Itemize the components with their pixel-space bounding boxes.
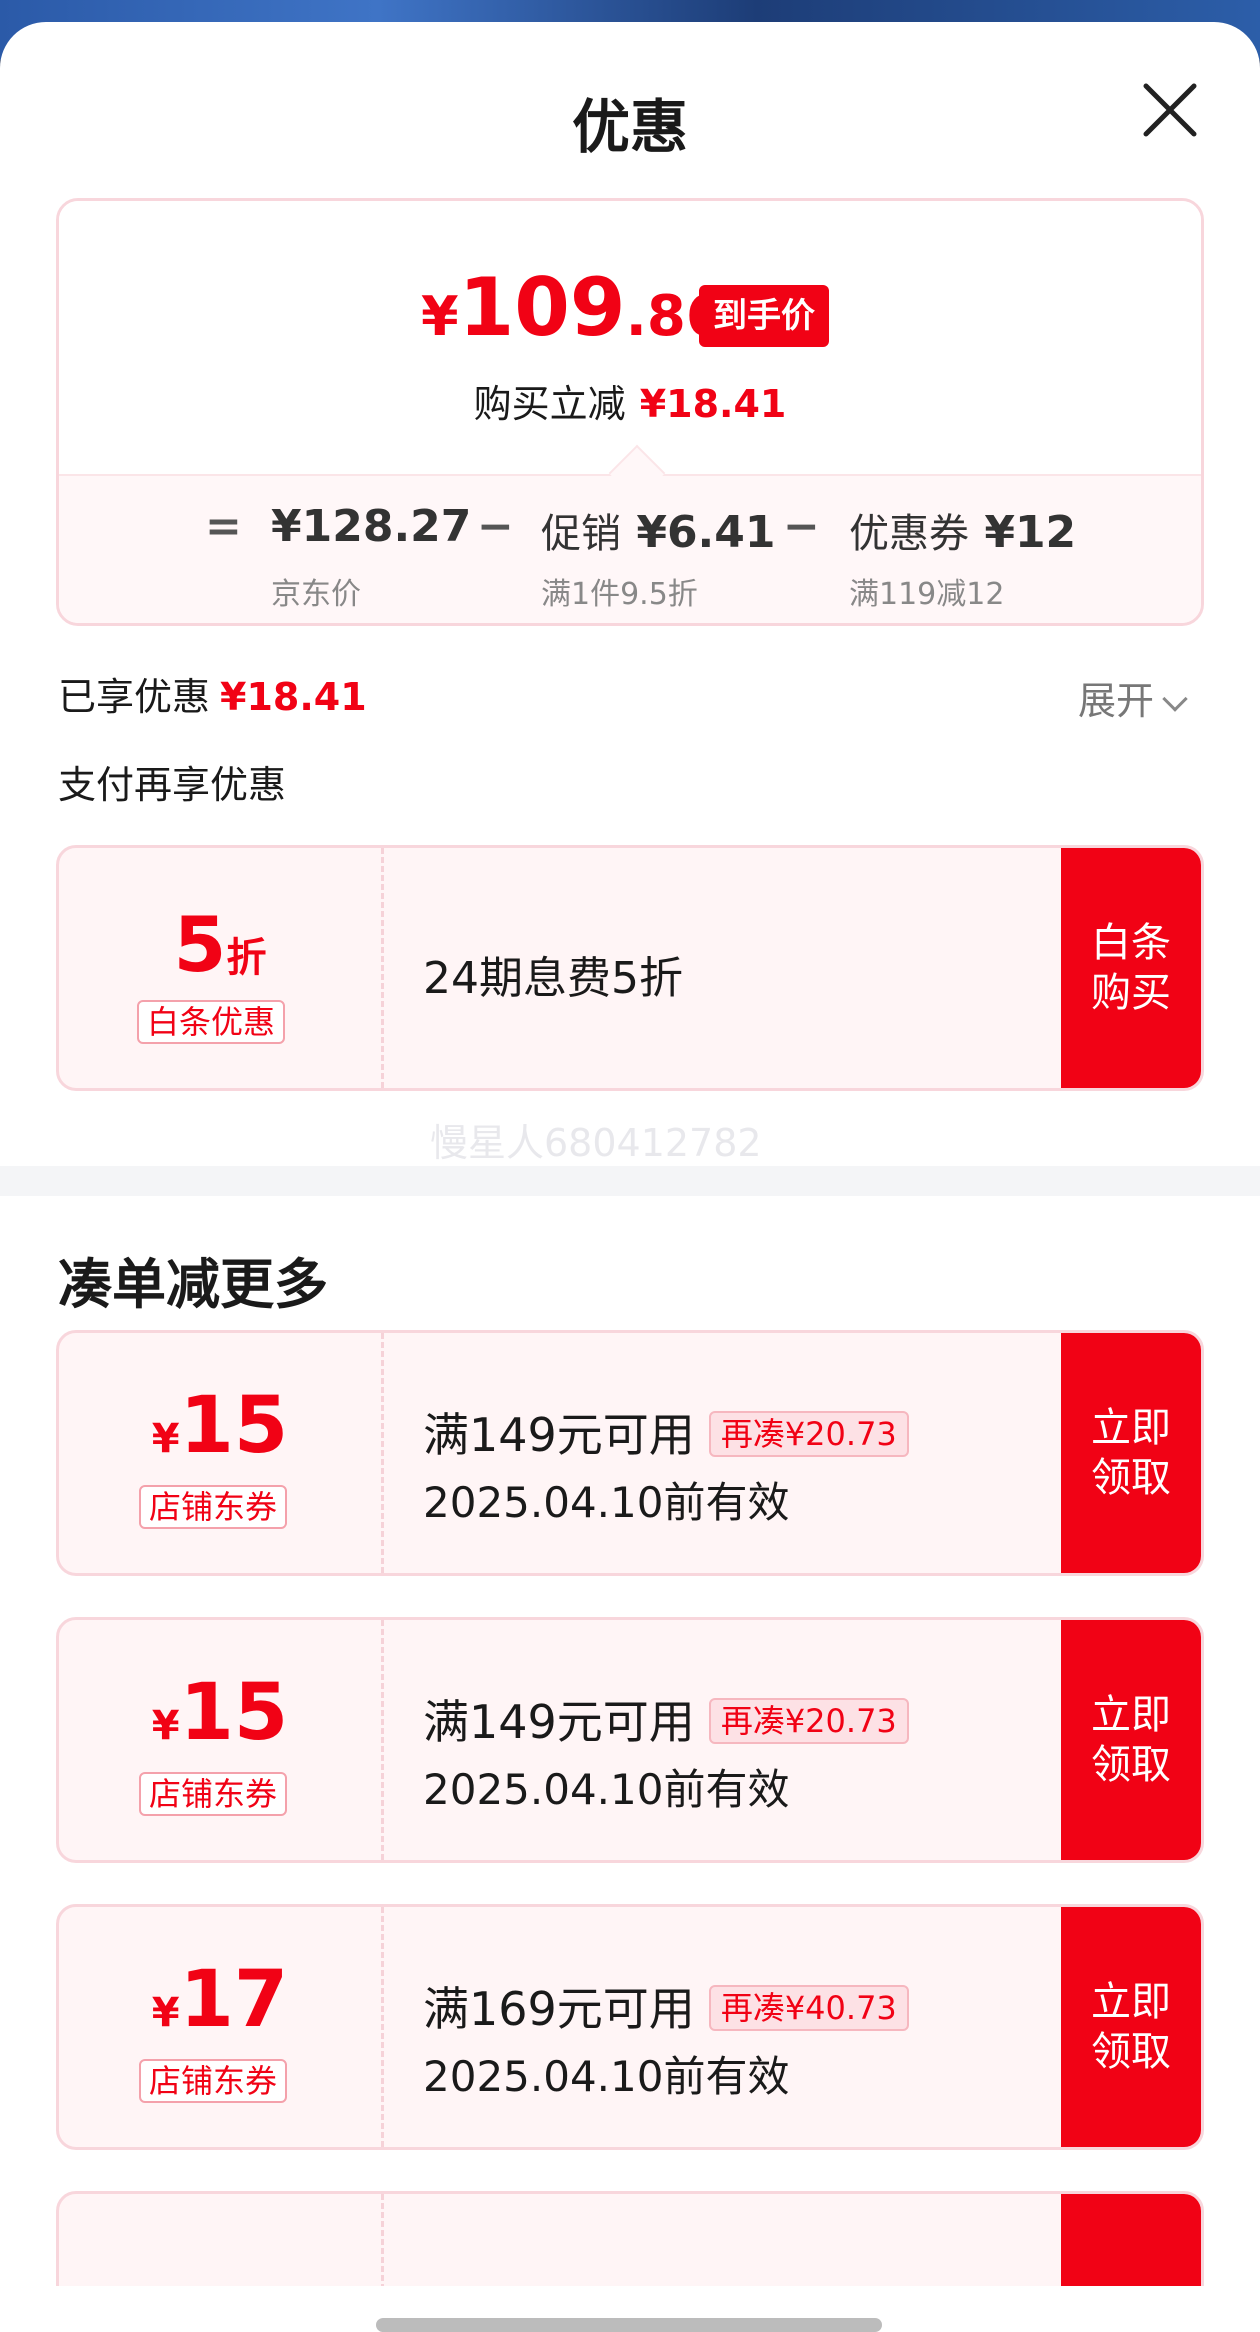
coupon-type-tag: 店铺东券	[139, 1772, 288, 1816]
minus-sign: −	[477, 501, 514, 552]
claim-coupon-button[interactable]: 立即领取	[1061, 1333, 1201, 1573]
claim-coupon-button[interactable]: 立即领取	[1061, 1907, 1201, 2147]
claim-coupon-button[interactable]: 立即领取	[1061, 1620, 1201, 1860]
coupon-section-title: 凑单减更多	[58, 1253, 328, 1316]
coupon-type-tag: 店铺东券	[139, 1485, 288, 1529]
minus-sign: −	[783, 501, 820, 552]
instant-reduction: 购买立减 ¥18.41	[473, 382, 787, 426]
coupon-value: ¥15	[151, 1381, 289, 1471]
promo-sub: 满1件9.5折	[541, 577, 698, 612]
coupon-validity: 2025.04.10前有效	[423, 2052, 790, 2101]
coupon-condition: 满169元可用 再凑¥40.73	[423, 1973, 909, 2039]
baitiao-desc: 24期息费5折	[423, 953, 683, 1004]
price-summary-card: ¥109.86 到手价 购买立减 ¥18.41 = ¥128.27 京东价 − 促…	[56, 198, 1204, 626]
coupon-value: ¥17	[151, 1955, 289, 2045]
expand-button[interactable]: 展开	[1078, 670, 1188, 725]
add-more-badge: 再凑¥20.73	[708, 1411, 909, 1457]
discount-sheet: 优惠 ¥109.86 到手价 购买立减 ¥18.41 = ¥128.27 京东价 …	[0, 22, 1260, 2332]
equals-sign: =	[205, 501, 242, 552]
final-price: ¥109.86	[421, 261, 725, 354]
final-price-badge: 到手价	[699, 285, 829, 347]
store-coupon: ¥15 店铺东券 满149元可用 再凑¥20.73 2025.04.10前有效 立…	[56, 1330, 1204, 1576]
baitiao-discount-value: 5折	[173, 900, 267, 989]
enjoyed-discount: 已享优惠 ¥18.41	[58, 675, 367, 719]
coupon-condition: 满149元可用 再凑¥20.73	[423, 1399, 909, 1465]
home-indicator	[376, 2318, 882, 2332]
coupon-value: ¥15	[151, 1668, 289, 1758]
pay-section-title: 支付再享优惠	[58, 763, 287, 807]
baitiao-coupon: 5折 白条优惠 24期息费5折 白条购买	[56, 845, 1204, 1091]
coupon-validity: 2025.04.10前有效	[423, 1765, 790, 1814]
coupon-sub: 满119减12	[849, 577, 1005, 612]
add-more-badge: 再凑¥20.73	[708, 1698, 909, 1744]
add-more-badge: 再凑¥40.73	[708, 1985, 909, 2031]
store-coupon: ¥15 店铺东券 满149元可用 再凑¥20.73 2025.04.10前有效 立…	[56, 1617, 1204, 1863]
sheet-title: 优惠	[571, 93, 688, 161]
coupon-type-tag: 店铺东券	[139, 2059, 288, 2103]
store-coupon: ¥17 店铺东券 满169元可用 再凑¥40.73 2025.04.10前有效 立…	[56, 1904, 1204, 2150]
jd-price-label: 京东价	[271, 577, 361, 612]
coupon-validity: 2025.04.10前有效	[423, 1478, 790, 1527]
section-divider	[0, 1166, 1260, 1196]
jd-price: ¥128.27	[271, 501, 472, 552]
coupon-amount: 优惠券 ¥12	[849, 507, 1077, 558]
close-icon[interactable]	[1138, 78, 1202, 142]
watermark: 慢星人680412782	[430, 1121, 762, 1165]
coupon-condition: 满149元可用 再凑¥20.73	[423, 1686, 909, 1752]
baitiao-buy-button[interactable]: 白条购买	[1061, 848, 1201, 1088]
chevron-down-icon	[1162, 686, 1188, 712]
baitiao-tag: 白条优惠	[137, 1000, 286, 1044]
promo-amount: 促销 ¥6.41	[541, 507, 776, 558]
